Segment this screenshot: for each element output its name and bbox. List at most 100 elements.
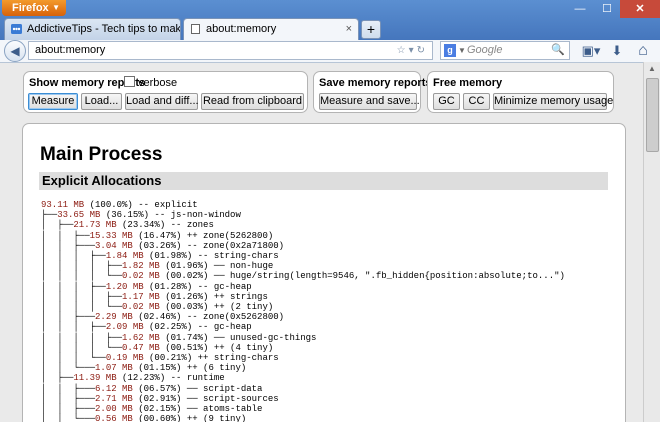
search-engine-dropdown-icon[interactable]: ▼ — [458, 42, 466, 59]
process-title: Main Process — [40, 144, 163, 165]
tree-row[interactable]: │ │ │ └──0.19 MB (00.21%) ++ string-char… — [41, 353, 565, 363]
free-memory-title: Free memory — [433, 77, 503, 89]
tree-row[interactable]: │ │ │ │ ├──1.17 MB (01.26%) ++ strings — [41, 292, 565, 302]
minimize-button[interactable]: — — [566, 0, 594, 18]
vertical-scrollbar[interactable]: ▲ — [643, 62, 660, 422]
search-placeholder: Google — [467, 44, 503, 56]
load-and-diff-button[interactable]: Load and diff... — [125, 93, 199, 110]
tree-label: (01.74%) ── unused-gc-things — [159, 332, 317, 343]
tree-label: (00.51%) ++ (4 tiny) — [159, 342, 274, 353]
maximize-button[interactable]: ☐ — [594, 0, 620, 18]
tree-size: 93.11 MB — [41, 200, 85, 210]
measure-and-save-button[interactable]: Measure and save... — [319, 93, 420, 110]
checkbox-box[interactable] — [124, 76, 135, 87]
tree-branch: │ │ │ │ ├── — [41, 332, 123, 343]
tree-row[interactable]: │ │ ├───3.04 MB (03.26%) -- zone(0x2a718… — [41, 241, 565, 251]
tree-row[interactable]: │ │ │ │ └──0.02 MB (00.03%) ++ (2 tiny) — [41, 302, 565, 312]
close-tab-icon[interactable]: × — [346, 19, 352, 39]
tree-branch: │ │ ├─── — [41, 393, 96, 404]
scrollbar-thumb[interactable] — [646, 78, 659, 152]
navigation-bar: ◀ about:memory ☆▾↻ g ▼ Google 🔍 ▣▾ ⬇ ⌂ — [0, 40, 660, 62]
tree-branch: │ │ │ ├── — [41, 281, 106, 292]
tree-size: 6.12 MB — [95, 383, 133, 394]
tree-label: (01.28%) -- gc-heap — [143, 281, 252, 292]
tree-size: 21.73 MB — [73, 220, 117, 231]
tree-size: 2.00 MB — [95, 404, 133, 415]
tree-row[interactable]: │ │ ├───6.12 MB (06.57%) ── script-data — [41, 384, 565, 394]
tree-row[interactable]: │ │ ├──15.33 MB (16.47%) ++ zone(5262800… — [41, 231, 565, 241]
url-bar[interactable]: about:memory ☆▾↻ — [28, 41, 433, 60]
tree-size: 11.39 MB — [73, 373, 117, 384]
tree-branch: │ │ ├── — [41, 230, 90, 241]
tree-row[interactable]: │ │ │ │ ├──1.62 MB (01.74%) ── unused-gc… — [41, 333, 565, 343]
firefox-menu-button[interactable]: Firefox ▼ — [2, 0, 66, 16]
show-memory-reports-group: Show memory reports verbose Measure Load… — [23, 71, 308, 113]
new-tab-button[interactable]: + — [361, 20, 381, 39]
free-memory-group: Free memory GC CC Minimize memory usage — [427, 71, 614, 113]
scroll-up-icon[interactable]: ▲ — [644, 62, 660, 76]
back-button[interactable]: ◀ — [4, 40, 26, 62]
tree-branch: │ │ └─── — [41, 363, 96, 374]
tab-addictivetips[interactable]: AddictiveTips - Tech tips to make yo... — [4, 18, 181, 40]
tree-size: 2.71 MB — [95, 393, 133, 404]
tree-label: (100.0%) -- explicit — [84, 200, 198, 210]
search-input[interactable]: g ▼ Google 🔍 — [440, 41, 570, 60]
save-memory-reports-title: Save memory reports — [319, 77, 432, 89]
tree-size: 1.07 MB — [95, 363, 133, 374]
page-content: Show memory reports verbose Measure Load… — [0, 62, 643, 422]
verbose-label: verbose — [138, 77, 178, 89]
tree-branch: │ │ │ │ └── — [41, 271, 123, 282]
verbose-checkbox[interactable]: verbose — [124, 76, 177, 89]
tab-about-memory[interactable]: about:memory × — [183, 18, 359, 40]
tree-size: 0.19 MB — [105, 353, 144, 364]
load-button[interactable]: Load... — [81, 93, 122, 110]
tree-row[interactable]: 93.11 MB (100.0%) -- explicit — [41, 200, 565, 210]
tree-row[interactable]: │ │ └───1.07 MB (01.15%) ++ (6 tiny) — [41, 363, 565, 373]
tree-row[interactable]: │ │ ├───2.29 MB (02.46%) -- zone(0x52628… — [41, 312, 565, 322]
tree-label: (02.46%) -- zone(0x5262800) — [132, 312, 285, 323]
bookmark-star-icon[interactable]: ☆▾↻ — [397, 42, 428, 59]
home-icon[interactable]: ⌂ — [632, 42, 654, 60]
google-icon[interactable]: g — [444, 44, 456, 57]
tree-size: 2.29 MB — [95, 312, 133, 323]
tree-size: 0.47 MB — [122, 342, 160, 353]
tree-row[interactable]: │ │ │ │ ├──1.82 MB (01.96%) ── non-huge — [41, 261, 565, 271]
tree-row[interactable]: │ │ │ ├──1.84 MB (01.98%) -- string-char… — [41, 251, 565, 261]
tree-size: 1.62 MB — [122, 332, 160, 343]
tree-row[interactable]: │ │ │ ├──1.20 MB (01.28%) -- gc-heap — [41, 282, 565, 292]
tree-row[interactable]: │ │ └───0.56 MB (00.60%) ++ (9 tiny) — [41, 414, 565, 422]
tree-branch: │ │ │ │ ├── — [41, 291, 123, 302]
url-text: about:memory — [35, 44, 106, 56]
tree-branch: │ │ │ │ ├── — [41, 261, 123, 272]
measure-button[interactable]: Measure — [28, 93, 78, 110]
gc-button[interactable]: GC — [433, 93, 460, 110]
bookmarks-icon[interactable]: ▣▾ — [578, 42, 604, 60]
close-window-button[interactable]: ✕ — [620, 0, 660, 18]
tree-row[interactable]: │ │ │ │ └──0.02 MB (00.02%) ── huge/stri… — [41, 271, 565, 281]
tree-row[interactable]: │ │ ├───2.00 MB (02.15%) ── atoms-table — [41, 404, 565, 414]
tree-row[interactable]: │ ├──21.73 MB (23.34%) -- zones — [41, 220, 565, 230]
tree-label: (00.60%) ++ (9 tiny) — [132, 414, 247, 422]
tree-label: (23.34%) -- zones — [116, 220, 214, 231]
tree-size: 3.04 MB — [95, 240, 133, 251]
tree-row[interactable]: │ │ │ ├──2.09 MB (02.25%) -- gc-heap — [41, 322, 565, 332]
section-title: Explicit Allocations — [39, 172, 608, 190]
tree-row[interactable]: │ │ ├───2.71 MB (02.91%) ── script-sourc… — [41, 394, 565, 404]
downloads-icon[interactable]: ⬇ — [608, 42, 626, 60]
search-icon[interactable]: 🔍 — [551, 42, 565, 59]
blank-page-icon — [191, 24, 200, 34]
tab-label: AddictiveTips - Tech tips to make yo... — [27, 23, 181, 35]
tree-row[interactable]: │ ├──11.39 MB (12.23%) -- runtime — [41, 373, 565, 383]
tree-label: (01.96%) ── non-huge — [159, 261, 274, 272]
tree-label: (01.15%) ++ (6 tiny) — [132, 363, 247, 374]
tree-label: (06.57%) ── script-data — [132, 383, 263, 394]
minimize-memory-usage-button[interactable]: Minimize memory usage — [493, 93, 613, 110]
memory-report-panel: Main Process Explicit Allocations 93.11 … — [22, 123, 626, 422]
tree-label: (00.03%) ++ (2 tiny) — [159, 302, 274, 313]
tree-branch: │ │ │ ├── — [41, 322, 106, 333]
tree-row[interactable]: │ │ │ │ └──0.47 MB (00.51%) ++ (4 tiny) — [41, 343, 565, 353]
tree-size: 2.09 MB — [105, 322, 144, 333]
cc-button[interactable]: CC — [463, 93, 490, 110]
read-from-clipboard-button[interactable]: Read from clipboard — [201, 93, 304, 110]
tree-row[interactable]: ├──33.65 MB (36.15%) -- js-non-window — [41, 210, 565, 220]
